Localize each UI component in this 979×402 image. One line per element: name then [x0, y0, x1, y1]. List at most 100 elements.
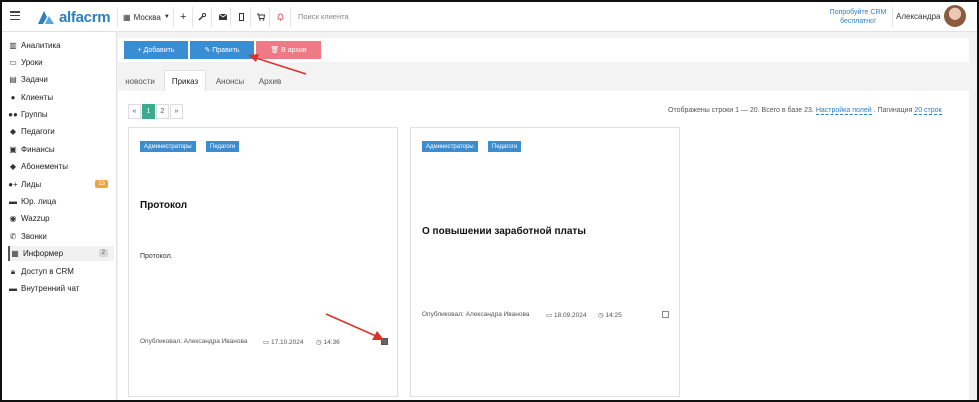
edit-button[interactable]: ✎ Править — [190, 41, 254, 59]
card-date-value: 18.09.2024 — [553, 312, 587, 319]
divider — [211, 7, 212, 27]
sidebar-item-leads[interactable]: ●+ Лиды 13 — [8, 177, 114, 192]
calendar-icon: ▭ — [263, 339, 271, 346]
chat-icon: ▬ — [9, 284, 17, 293]
divider — [192, 7, 193, 27]
card-select-checkbox[interactable] — [381, 338, 388, 345]
tag-administrators: Администраторы — [140, 141, 196, 152]
sidebar-item-teachers[interactable]: ◆ Педагоги — [8, 124, 114, 139]
sidebar-item-finance[interactable]: ▣ Финансы — [8, 142, 114, 157]
newspaper-icon: ▦ — [11, 249, 19, 258]
money-icon: ▣ — [9, 145, 17, 154]
sidebar-item-label: Клиенты — [21, 93, 54, 102]
branch-select[interactable]: ▦ Москва ▼ — [123, 11, 170, 23]
card-title: О повышении заработной платы — [422, 226, 586, 237]
archive-button[interactable]: 🗑 В архив — [256, 41, 321, 59]
chevron-down-icon: ▼ — [163, 14, 170, 20]
card-date-value: 17.10.2024 — [270, 339, 304, 346]
page-1-button[interactable]: 1 — [142, 104, 155, 119]
sidebar-item-label: Финансы — [21, 145, 55, 154]
sidebar-item-label: Уроки — [21, 58, 43, 67]
search-input[interactable]: Поиск клиента — [298, 12, 349, 21]
calendar-icon: ▭ — [546, 312, 554, 319]
tasks-icon: ▤ — [9, 75, 17, 84]
card-select-checkbox[interactable] — [662, 311, 669, 318]
logo-icon — [38, 11, 54, 24]
page-2-button[interactable]: 2 — [156, 104, 169, 119]
sidebar-item-legal[interactable]: ▬ Юр. лица — [8, 194, 114, 209]
pagination-label: . Пагинация — [873, 107, 913, 114]
sidebar-item-internal-chat[interactable]: ▬ Внутренний чат — [8, 281, 114, 296]
sidebar-item-label: Юр. лица — [21, 197, 57, 206]
graduation-icon: ◆ — [9, 127, 17, 136]
tab-archive[interactable]: Архив — [252, 70, 288, 92]
wrench-icon[interactable] — [198, 11, 206, 23]
sidebar: ▥ Аналитика ▭ Уроки ▤ Задачи ● Клиенты ●● Гру… — [2, 32, 117, 400]
app-window: alfacrm ▦ Москва ▼ + Поиск клиента Попро… — [0, 0, 979, 402]
tag-icon: ◆ — [9, 162, 17, 171]
chart-icon: ▥ — [9, 41, 17, 50]
sidebar-item-analytics[interactable]: ▥ Аналитика — [8, 38, 114, 53]
tag-teachers: Педагоги — [488, 141, 522, 152]
divider — [892, 7, 893, 27]
card-time-value: 14:36 — [323, 339, 340, 346]
leads-badge: 13 — [95, 180, 108, 188]
sidebar-item-crm-access[interactable]: 🔒︎ Доступ в CRM — [8, 264, 114, 279]
sidebar-item-lessons[interactable]: ▭ Уроки — [8, 55, 114, 70]
sidebar-item-label: Информер — [23, 249, 64, 258]
top-bar: alfacrm ▦ Москва ▼ + Поиск клиента Попро… — [2, 2, 977, 32]
bell-icon[interactable] — [277, 11, 284, 23]
plus-icon[interactable]: + — [180, 11, 186, 23]
sidebar-item-informer[interactable]: ▦ Информер 2 — [8, 246, 114, 261]
user-name[interactable]: Александра — [896, 12, 940, 21]
avatar[interactable] — [944, 5, 966, 27]
try-crm-link[interactable]: Попробуйте CRM бесплатно! — [824, 8, 892, 26]
card-date: ▭ 17.10.2024 — [263, 338, 304, 346]
main-content: + Добавить ✎ Править 🗑 В архив новости П… — [118, 32, 977, 400]
news-card[interactable]: Администраторы Педагоги О повышении зара… — [410, 127, 680, 397]
sidebar-item-label: Внутренний чат — [21, 284, 80, 293]
logo[interactable]: alfacrm — [36, 8, 111, 26]
sidebar-item-clients[interactable]: ● Клиенты — [8, 90, 114, 105]
card-title: Протокол — [140, 200, 188, 211]
logo-text: alfacrm — [59, 8, 111, 26]
card-date: ▭ 18.09.2024 — [546, 311, 587, 319]
card-author: Опубликовал: Александра Иванова — [422, 311, 530, 318]
news-card[interactable]: Администраторы Педагоги Протокол Протоко… — [128, 127, 398, 397]
user-icon: ● — [10, 93, 16, 102]
add-button[interactable]: + Добавить — [124, 41, 188, 59]
sidebar-item-label: Доступ в CRM — [21, 267, 74, 276]
sidebar-item-subscriptions[interactable]: ◆ Абонементы — [8, 159, 114, 174]
per-page-link[interactable]: 20 строк — [914, 107, 942, 115]
whatsapp-icon: ◉ — [9, 214, 17, 223]
field-settings-link[interactable]: Настройка полей — [815, 107, 872, 115]
divider — [290, 7, 291, 27]
sidebar-item-label: Аналитика — [21, 41, 61, 50]
phone-icon[interactable] — [239, 11, 244, 23]
sidebar-item-calls[interactable]: ✆ Звонки — [8, 229, 114, 244]
sidebar-item-label: Группы — [21, 110, 48, 119]
briefcase-icon: ▬ — [9, 197, 17, 206]
cart-icon[interactable] — [257, 11, 265, 23]
prev-page-button[interactable]: « — [128, 104, 141, 119]
pagination: « 1 2 » — [128, 104, 184, 119]
rows-count-text: Отображены строки 1 — 20. Всего в базе 2… — [668, 107, 814, 114]
tab-announcements[interactable]: Анонсы — [210, 70, 250, 92]
menu-icon[interactable] — [10, 11, 20, 20]
divider — [230, 7, 231, 27]
sidebar-item-label: Педагоги — [21, 127, 55, 136]
card-time: ◷ 14:25 — [598, 311, 622, 319]
sidebar-item-wazzup[interactable]: ◉ Wazzup — [8, 211, 114, 226]
divider — [250, 7, 251, 27]
mail-icon[interactable] — [219, 11, 227, 23]
sidebar-item-tasks[interactable]: ▤ Задачи — [8, 72, 114, 87]
news-panel: « 1 2 » Отображены строки 1 — 20. Всего … — [118, 91, 969, 400]
calendar-icon: ▭ — [9, 58, 17, 67]
next-page-button[interactable]: » — [170, 104, 183, 119]
tab-order[interactable]: Приказ — [164, 70, 206, 92]
sidebar-item-groups[interactable]: ●● Группы — [8, 107, 114, 122]
divider — [117, 7, 118, 27]
sidebar-item-label: Задачи — [21, 75, 48, 84]
tab-news[interactable]: новости — [120, 70, 160, 92]
card-text: Протокол. — [140, 253, 173, 260]
